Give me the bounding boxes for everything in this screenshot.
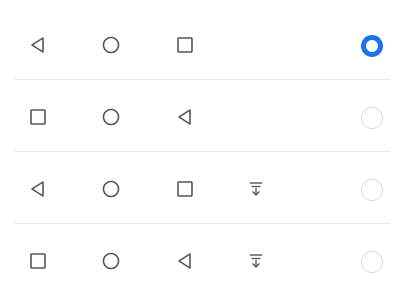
divider xyxy=(14,79,390,80)
back-icon xyxy=(175,251,195,271)
recents-icon xyxy=(175,35,195,55)
radio-selected[interactable] xyxy=(361,35,383,57)
nav-option-3[interactable] xyxy=(0,154,396,224)
navigation-bar-options xyxy=(0,0,396,286)
recents-icon xyxy=(28,251,48,271)
radio-unselected[interactable] xyxy=(361,251,383,273)
nav-option-1[interactable] xyxy=(0,10,396,80)
radio-unselected[interactable] xyxy=(361,179,383,201)
recents-icon xyxy=(175,179,195,199)
radio-unselected[interactable] xyxy=(361,107,383,129)
back-icon xyxy=(28,35,48,55)
home-icon xyxy=(101,107,121,127)
home-icon xyxy=(101,251,121,271)
home-icon xyxy=(101,35,121,55)
back-icon xyxy=(175,107,195,127)
notification-pull-down-icon xyxy=(246,251,266,271)
notification-pull-down-icon xyxy=(246,179,266,199)
divider xyxy=(14,223,390,224)
nav-option-2[interactable] xyxy=(0,82,396,152)
home-icon xyxy=(101,179,121,199)
back-icon xyxy=(28,179,48,199)
divider xyxy=(14,151,390,152)
recents-icon xyxy=(28,107,48,127)
